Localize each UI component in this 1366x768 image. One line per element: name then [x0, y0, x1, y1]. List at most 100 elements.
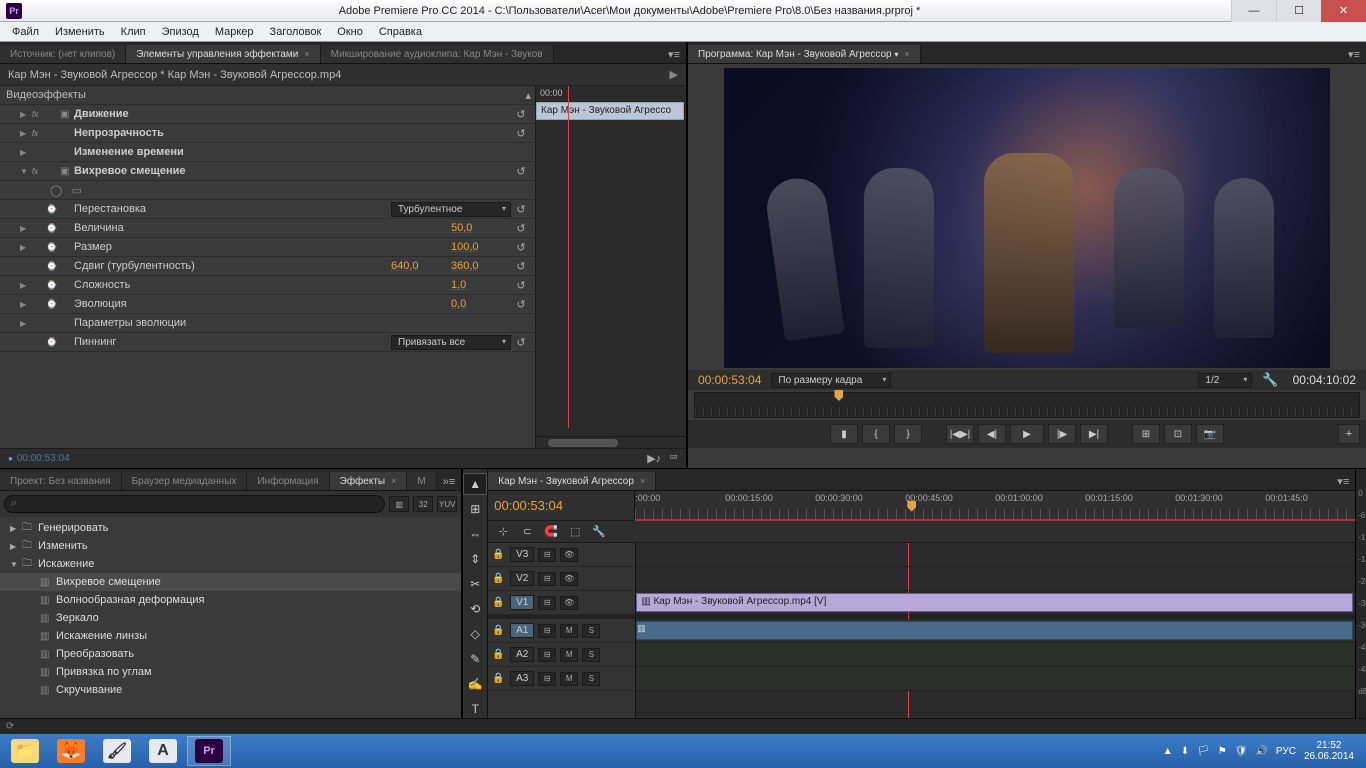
tree-item[interactable]: Скручивание — [0, 681, 461, 699]
reset-icon[interactable]: ↺ — [511, 203, 531, 216]
program-video-display[interactable] — [724, 68, 1330, 368]
track-header[interactable]: 🔒V3⊟👁 — [488, 543, 635, 567]
close-icon[interactable]: × — [304, 49, 309, 59]
panel-menu-icon[interactable]: ▾≡ — [662, 46, 686, 63]
menu-sequence[interactable]: Эпизод — [154, 24, 207, 40]
track-header[interactable]: 🔒V1⊟👁 — [488, 591, 635, 615]
eye-icon[interactable]: 👁 — [560, 548, 578, 562]
fx-property-row[interactable]: ▶⌚Размер100,0↺ — [0, 238, 535, 257]
sync-lock-icon[interactable]: ⊟ — [538, 572, 556, 586]
fx-value-dropdown[interactable]: Привязать все — [391, 335, 511, 350]
tree-item[interactable]: Преобразовать — [0, 645, 461, 663]
fx-property-row[interactable]: ⌚ПерестановкаТурбулентное↺ — [0, 200, 535, 219]
lock-icon[interactable]: 🔒 — [492, 649, 506, 660]
menu-file[interactable]: Файл — [4, 24, 47, 40]
close-button[interactable]: ✕ — [1321, 0, 1366, 22]
fx-property-row[interactable]: ▼fx▣Вихревое смещение↺ — [0, 162, 535, 181]
taskbar-clock[interactable]: 21:52 26.06.2014 — [1304, 740, 1354, 762]
fx-property-row[interactable]: ▶Параметры эволюции — [0, 314, 535, 333]
lock-icon[interactable]: 🔒 — [492, 625, 506, 636]
linked-selection-icon[interactable]: 🧲 — [542, 524, 560, 540]
reset-icon[interactable]: ↺ — [511, 298, 531, 311]
track-lane[interactable] — [636, 667, 1355, 691]
fx-value[interactable]: 0,0 — [451, 298, 511, 310]
eye-icon[interactable]: 👁 — [560, 572, 578, 586]
fx-timecode[interactable]: 00:00:53:04 — [17, 453, 70, 464]
tab-audio-mixer[interactable]: Микширование аудиоклипа: Кар Мэн - Звуко… — [321, 45, 554, 63]
step-back-button[interactable]: ◀| — [978, 424, 1006, 444]
tree-item[interactable]: Зеркало — [0, 609, 461, 627]
tree-item[interactable]: Волнообразная деформация — [0, 591, 461, 609]
marker-icon[interactable]: ⬚ — [566, 524, 584, 540]
taskbar-app-paint[interactable]: 🖌 — [95, 736, 139, 766]
program-current-time[interactable]: 00:00:53:04 — [694, 372, 765, 388]
menu-title[interactable]: Заголовок — [262, 24, 330, 40]
tab-markers[interactable]: М — [407, 472, 436, 490]
tree-item[interactable]: ▼🗀Искажение — [0, 555, 461, 573]
fx-property-row[interactable]: ▶Изменение времени — [0, 143, 535, 162]
track-lane[interactable] — [636, 543, 1355, 567]
fx-property-row[interactable]: ⌚ПиннингПривязать все↺ — [0, 333, 535, 352]
export-frame-button[interactable]: 📷 — [1196, 424, 1224, 444]
sync-icon[interactable]: ⟳ — [6, 721, 14, 732]
extract-button[interactable]: ⊡ — [1164, 424, 1192, 444]
sync-lock-icon[interactable]: ⊟ — [538, 596, 556, 610]
lock-icon[interactable]: 🔒 — [492, 573, 506, 584]
fx-property-row[interactable]: ▶⌚Эволюция0,0↺ — [0, 295, 535, 314]
tab-sequence[interactable]: Кар Мэн - Звуковой Агрессор× — [488, 472, 656, 490]
zoom-fit-dropdown[interactable]: По размеру кадра — [771, 373, 891, 388]
share-icon[interactable]: ⮹ — [669, 452, 678, 465]
fx-value[interactable]: 360,0 — [451, 260, 511, 272]
menu-help[interactable]: Справка — [371, 24, 430, 40]
lock-icon[interactable]: 🔒 — [492, 597, 506, 608]
tree-item[interactable]: Вихревое смещение — [0, 573, 461, 591]
fx-value[interactable]: 50,0 — [451, 222, 511, 234]
fx-property-row[interactable]: ⌚Сдвиг (турбулентность)640,0360,0↺ — [0, 257, 535, 276]
taskbar-app-firefox[interactable]: 🦊 — [49, 736, 93, 766]
zoom-tool[interactable]: ✍ — [463, 673, 487, 695]
timeline-clip[interactable]: ▥ Кар Мэн - Звуковой Агрессор.mp4 [V] — [636, 593, 1353, 612]
panel-menu-icon[interactable]: ▾≡ — [1331, 473, 1355, 490]
lock-icon[interactable]: 🔒 — [492, 549, 506, 560]
tray-action-center-icon[interactable]: ⚑ — [1218, 746, 1227, 757]
sync-lock-icon[interactable]: ⊟ — [538, 548, 556, 562]
close-icon[interactable]: × — [904, 49, 909, 59]
accelerated-filter-icon[interactable]: ▥ — [389, 496, 409, 512]
tab-program[interactable]: Программа: Кар Мэн - Звуковой Агрессор ▾… — [688, 45, 921, 63]
track-select-tool[interactable]: ⊞ — [463, 498, 487, 520]
only-keyframes-icon[interactable]: ▶♪ — [647, 452, 661, 465]
tray-volume-icon[interactable]: 🔊 — [1255, 746, 1267, 757]
rate-stretch-tool[interactable]: ⇕ — [463, 548, 487, 570]
menu-window[interactable]: Окно — [329, 24, 371, 40]
timeline-clip[interactable]: ▥ — [636, 621, 1353, 640]
reset-icon[interactable]: ↺ — [511, 260, 531, 273]
hand-tool[interactable]: ✎ — [463, 648, 487, 670]
track-lane[interactable] — [636, 567, 1355, 591]
track-header[interactable]: 🔒V2⊟👁 — [488, 567, 635, 591]
mark-out-button[interactable]: { — [862, 424, 890, 444]
go-to-out-button[interactable]: ▶| — [1080, 424, 1108, 444]
resolution-dropdown[interactable]: 1/2 — [1198, 373, 1252, 388]
tree-item[interactable]: ▶🗀Изменить — [0, 537, 461, 555]
tray-overflow-icon[interactable]: ▲ — [1163, 746, 1173, 757]
mark-in-button[interactable]: ▮ — [830, 424, 858, 444]
play-button[interactable]: ▶ — [1010, 424, 1044, 444]
taskbar-app-explorer[interactable]: 📁 — [3, 736, 47, 766]
timeline-lanes[interactable]: ▥ Кар Мэн - Звуковой Агрессор.mp4 [V] ▥ — [636, 543, 1355, 722]
timeline-ruler[interactable]: :00:0000:00:15:0000:00:30:0000:00:45:000… — [634, 491, 1355, 521]
fx-property-row[interactable]: ▶fx▣Движение↺ — [0, 105, 535, 124]
reset-icon[interactable]: ↺ — [511, 127, 531, 140]
selection-tool[interactable]: ▲ — [463, 473, 487, 495]
reset-icon[interactable]: ↺ — [511, 222, 531, 235]
step-forward-button[interactable]: |▶ — [1048, 424, 1076, 444]
fx-property-row[interactable]: ◯ ▭ — [0, 181, 535, 200]
nest-icon[interactable]: ⊹ — [494, 524, 512, 540]
tray-network-icon[interactable]: 🛡 — [1235, 746, 1248, 757]
lift-button[interactable]: ⊞ — [1132, 424, 1160, 444]
panel-menu-icon[interactable]: »≡ — [437, 474, 462, 490]
fx-value[interactable]: 100,0 — [451, 241, 511, 253]
32bit-filter-icon[interactable]: 32 — [413, 496, 433, 512]
pen-tool[interactable]: ◇ — [463, 623, 487, 645]
track-lane[interactable] — [636, 643, 1355, 667]
settings-icon[interactable]: 🔧 — [590, 524, 608, 540]
